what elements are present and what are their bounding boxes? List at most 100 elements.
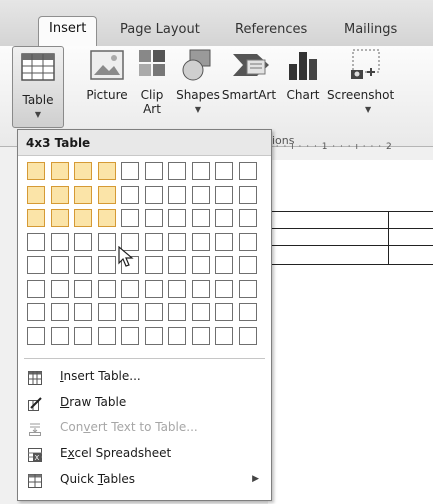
table-grid-cell[interactable]	[239, 303, 257, 321]
table-grid-cell[interactable]	[74, 233, 92, 251]
table-grid-cell[interactable]	[121, 327, 139, 345]
screenshot-button[interactable]: Screenshot ▼	[327, 48, 433, 117]
table-grid-cell[interactable]	[74, 186, 92, 204]
table-grid-cell[interactable]	[145, 186, 163, 204]
table-grid-cell[interactable]	[74, 303, 92, 321]
table-grid-cell[interactable]	[192, 162, 210, 180]
table-grid-cell[interactable]	[27, 233, 45, 251]
table-grid-cell[interactable]	[168, 209, 186, 227]
table-grid-cell[interactable]	[51, 162, 69, 180]
tab-insert[interactable]: Insert	[38, 16, 98, 48]
tab-page-layout[interactable]: Page Layout	[120, 18, 200, 46]
table-grid-cell[interactable]	[168, 186, 186, 204]
table-grid-cell[interactable]	[215, 327, 233, 345]
menu-item-quick-tables[interactable]: Quick Tables ▶	[18, 467, 271, 491]
table-grid-cell[interactable]	[121, 209, 139, 227]
table-grid-cell[interactable]	[145, 327, 163, 345]
table-grid-cell[interactable]	[121, 162, 139, 180]
table-grid-cell[interactable]	[98, 162, 116, 180]
table-grid-cell[interactable]	[51, 233, 69, 251]
table-grid-cell[interactable]	[98, 256, 116, 274]
table-grid-cell[interactable]	[145, 303, 163, 321]
table-grid-cell[interactable]	[215, 186, 233, 204]
clip-art-button[interactable]: Clip Art	[133, 48, 171, 116]
table-grid-cell[interactable]	[27, 303, 45, 321]
menu-item-insert-table[interactable]: Insert Table...	[18, 364, 271, 388]
svg-text:X: X	[35, 454, 40, 462]
table-grid-cell[interactable]	[74, 327, 92, 345]
table-grid-cell[interactable]	[27, 209, 45, 227]
table-grid-cell[interactable]	[27, 162, 45, 180]
table-grid-cell[interactable]	[192, 303, 210, 321]
table-grid-cell[interactable]	[168, 280, 186, 298]
table-grid-cell[interactable]	[192, 256, 210, 274]
table-grid-cell[interactable]	[51, 327, 69, 345]
table-grid-cell[interactable]	[239, 209, 257, 227]
table-grid-cell[interactable]	[239, 280, 257, 298]
table-grid-cell[interactable]	[51, 280, 69, 298]
table-grid-cell[interactable]	[51, 303, 69, 321]
table-grid-cell[interactable]	[168, 256, 186, 274]
horizontal-ruler[interactable]: · · · ı · · · 1 · · · ı · · · 2	[268, 140, 433, 154]
table-grid-cell[interactable]	[239, 233, 257, 251]
smartart-button[interactable]: SmartArt	[221, 48, 277, 102]
table-grid-cell[interactable]	[192, 186, 210, 204]
table-grid-cell[interactable]	[239, 162, 257, 180]
table-grid-cell[interactable]	[98, 303, 116, 321]
table-button[interactable]: Table ▼	[12, 46, 64, 128]
table-grid-cell[interactable]	[98, 233, 116, 251]
table-grid-cell[interactable]	[98, 327, 116, 345]
table-grid-cell[interactable]	[192, 280, 210, 298]
table-grid-cell[interactable]	[27, 256, 45, 274]
picture-button[interactable]: Picture	[84, 48, 130, 102]
table-grid-cell[interactable]	[215, 256, 233, 274]
table-grid-cell[interactable]	[215, 233, 233, 251]
table-grid-cell[interactable]	[239, 186, 257, 204]
table-grid-cell[interactable]	[192, 327, 210, 345]
document-page[interactable]	[268, 160, 433, 504]
table-grid-cell[interactable]	[27, 280, 45, 298]
table-grid-cell[interactable]	[239, 256, 257, 274]
chevron-down-icon: ▼	[365, 105, 372, 114]
menu-item-draw-table[interactable]: Draw Table	[18, 390, 271, 414]
table-grid-cell[interactable]	[168, 303, 186, 321]
table-grid-cell[interactable]	[192, 233, 210, 251]
table-grid-cell[interactable]	[215, 209, 233, 227]
table-grid-cell[interactable]	[192, 209, 210, 227]
table-grid-cell[interactable]	[121, 280, 139, 298]
tab-references[interactable]: References	[235, 18, 307, 46]
table-grid-cell[interactable]	[145, 280, 163, 298]
table-grid-cell[interactable]	[168, 327, 186, 345]
table-grid-cell[interactable]	[27, 327, 45, 345]
table-grid-cell[interactable]	[121, 303, 139, 321]
shapes-button[interactable]: Shapes ▼	[176, 48, 220, 117]
menu-item-label: Insert Table...	[60, 369, 141, 383]
table-grid-cell[interactable]	[74, 280, 92, 298]
chart-button[interactable]: Chart	[283, 48, 323, 102]
table-grid-cell[interactable]	[74, 256, 92, 274]
table-grid-cell[interactable]	[168, 233, 186, 251]
table-grid-cell[interactable]	[121, 186, 139, 204]
tab-mailings[interactable]: Mailings	[344, 18, 397, 46]
excel-icon: X	[28, 446, 42, 462]
table-grid-cell[interactable]	[145, 162, 163, 180]
menu-item-excel-spreadsheet[interactable]: X Excel Spreadsheet	[18, 441, 271, 465]
table-grid-cell[interactable]	[215, 162, 233, 180]
table-grid-cell[interactable]	[74, 209, 92, 227]
table-grid-cell[interactable]	[98, 280, 116, 298]
table-grid-cell[interactable]	[51, 256, 69, 274]
table-grid-cell[interactable]	[168, 162, 186, 180]
table-grid-cell[interactable]	[215, 303, 233, 321]
table-grid-cell[interactable]	[98, 186, 116, 204]
table-grid-cell[interactable]	[51, 209, 69, 227]
table-grid-cell[interactable]	[74, 162, 92, 180]
table-grid-cell[interactable]	[145, 209, 163, 227]
table-grid-cell[interactable]	[27, 186, 45, 204]
table-grid-cell[interactable]	[145, 256, 163, 274]
table-grid-cell[interactable]	[215, 280, 233, 298]
menu-item-convert-text-to-table[interactable]: Convert Text to Table...	[18, 415, 271, 439]
table-grid-cell[interactable]	[239, 327, 257, 345]
table-grid-cell[interactable]	[51, 186, 69, 204]
table-grid-cell[interactable]	[145, 233, 163, 251]
table-grid-cell[interactable]	[98, 209, 116, 227]
